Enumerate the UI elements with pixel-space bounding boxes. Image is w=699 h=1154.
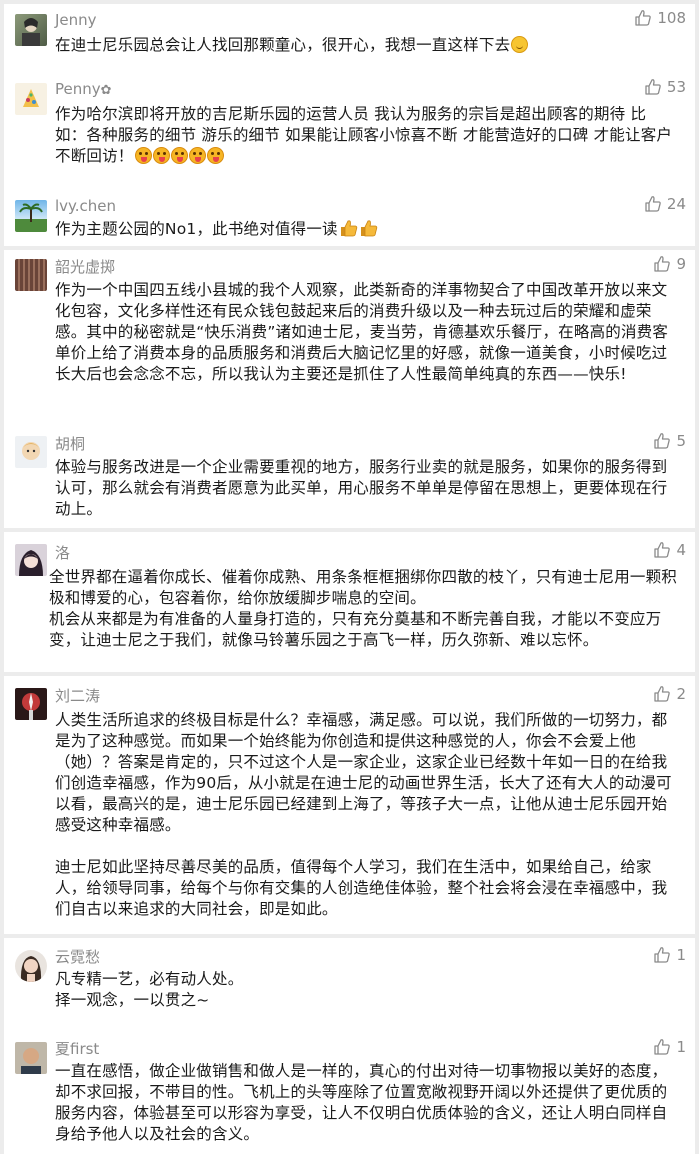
- like-count: 1: [676, 1038, 686, 1056]
- comment-card-group-1: Jenny 108 在迪士尼乐园总会让人找回那颗童心，很开心，我想一直这样下去 …: [4, 4, 695, 246]
- comment-paragraph: 体验与服务改进是一个企业需要重视的地方，服务行业卖的就是服务，如果你的服务得到认…: [55, 458, 668, 518]
- thumbs-up-emoji-icon: [340, 220, 357, 237]
- like-count: 5: [676, 432, 686, 450]
- tongue-out-emoji-icon: [134, 147, 152, 164]
- thumb-up-icon: [653, 685, 671, 703]
- like-button[interactable]: 4: [653, 541, 686, 559]
- comment-paragraph: 作为主题公园的No1，此书绝对值得一读: [55, 220, 338, 238]
- comment-card-group-2: 韶光虚掷 9 作为一个中国四五线小县城的我个人观察，此类新奇的洋事物契合了中国改…: [4, 250, 695, 528]
- nickname[interactable]: 洛: [55, 542, 70, 563]
- like-count: 108: [657, 9, 686, 27]
- tongue-out-emoji-icon: [152, 147, 170, 164]
- thumb-up-icon: [634, 9, 652, 27]
- comment-paragraph: 在迪士尼乐园总会让人找回那颗童心，很开心，我想一直这样下去: [55, 36, 511, 54]
- nickname[interactable]: 韶光虚掷: [55, 256, 115, 277]
- nickname[interactable]: 胡桐: [55, 433, 85, 454]
- comment-card-group-4: 刘二涛 2 人类生活所追求的终极目标是什么？幸福感，满足感。可以说，我们所做的一…: [4, 676, 695, 934]
- avatar[interactable]: [15, 83, 47, 115]
- nickname[interactable]: Penny✿: [55, 80, 112, 98]
- like-button[interactable]: 9: [653, 255, 686, 273]
- thumb-up-icon: [653, 432, 671, 450]
- comment-text: 凡专精一艺，必有动人处。 择一观念，一以贯之~: [55, 969, 677, 1011]
- thumb-up-icon: [653, 1038, 671, 1056]
- nickname[interactable]: 夏first: [55, 1038, 99, 1059]
- nickname[interactable]: 云霓愁: [55, 946, 100, 967]
- tongue-out-emoji-icon: [206, 147, 224, 164]
- avatar[interactable]: [15, 14, 47, 46]
- like-count: 4: [676, 541, 686, 559]
- like-count: 9: [676, 255, 686, 273]
- comment-text: 在迪士尼乐园总会让人找回那颗童心，很开心，我想一直这样下去: [55, 35, 677, 56]
- like-button[interactable]: 24: [644, 195, 686, 213]
- nickname-text: Penny: [55, 80, 101, 98]
- avatar[interactable]: [15, 200, 47, 232]
- comment-paragraph: 迪士尼如此坚持尽善尽美的品质，值得每个人学习，我们在生活中，如果给自己，给家人，…: [55, 858, 668, 918]
- like-button[interactable]: 108: [634, 9, 686, 27]
- like-button[interactable]: 2: [653, 685, 686, 703]
- thumbs-up-emoji-icon: [360, 220, 377, 237]
- like-count: 53: [666, 78, 686, 96]
- avatar[interactable]: [15, 259, 47, 291]
- like-button[interactable]: 5: [653, 432, 686, 450]
- avatar[interactable]: [15, 436, 47, 468]
- nickname[interactable]: Jenny: [55, 11, 97, 29]
- like-count: 1: [676, 946, 686, 964]
- flower-icon: ✿: [100, 83, 112, 98]
- tongue-out-emoji-icon: [170, 147, 188, 164]
- thumb-up-icon: [644, 78, 662, 96]
- avatar[interactable]: [15, 1042, 47, 1074]
- comment-card-group-3: 洛 4 全世界都在逼着你成长、催着你成熟、用条条框框捆绑你四散的枝丫，只有迪士尼…: [4, 532, 695, 672]
- comment-paragraph: 人类生活所追求的终极目标是什么？幸福感，满足感。可以说，我们所做的一切努力，都是…: [55, 711, 672, 834]
- like-button[interactable]: 53: [644, 78, 686, 96]
- comment-text: 作为主题公园的No1，此书绝对值得一读: [55, 219, 677, 240]
- comment-paragraph: 凡专精一艺，必有动人处。: [55, 970, 244, 988]
- comment-paragraph: 全世界都在逼着你成长、催着你成熟、用条条框框捆绑你四散的枝丫，只有迪士尼用一颗积…: [49, 568, 678, 607]
- comment-paragraph: 择一观念，一以贯之~: [55, 991, 210, 1009]
- thumb-up-icon: [653, 946, 671, 964]
- smile-emoji-icon: [511, 36, 529, 53]
- avatar[interactable]: [15, 950, 47, 982]
- comment-text: 一直在感悟，做企业做销售和做人是一样的，真心的付出对待一切事物报以美好的态度，却…: [55, 1061, 677, 1145]
- thumb-up-icon: [653, 255, 671, 273]
- nickname[interactable]: lvy.chen: [55, 197, 116, 215]
- like-count: 2: [676, 685, 686, 703]
- nickname[interactable]: 刘二涛: [55, 685, 100, 706]
- comment-paragraph: 一直在感悟，做企业做销售和做人是一样的，真心的付出对待一切事物报以美好的态度，却…: [55, 1062, 668, 1143]
- like-button[interactable]: 1: [653, 946, 686, 964]
- comment-paragraph: 作为一个中国四五线小县城的我个人观察，此类新奇的洋事物契合了中国改革开放以来文化…: [55, 281, 669, 383]
- thumb-up-icon: [653, 541, 671, 559]
- tongue-out-emoji-icon: [188, 147, 206, 164]
- comment-text: 体验与服务改进是一个企业需要重视的地方，服务行业卖的就是服务，如果你的服务得到认…: [55, 457, 677, 520]
- comment-text: 作为一个中国四五线小县城的我个人观察，此类新奇的洋事物契合了中国改革开放以来文化…: [55, 280, 677, 385]
- comment-card-group-5: 云霓愁 1 凡专精一艺，必有动人处。 择一观念，一以贯之~ 夏first 1 一…: [4, 938, 695, 1154]
- comment-paragraph: 机会从来都是为有准备的人量身打造的，只有充分奠基和不断完善自我，才能以不变应万变…: [49, 610, 662, 649]
- comment-text: 人类生活所追求的终极目标是什么？幸福感，满足感。可以说，我们所做的一切努力，都是…: [55, 710, 677, 920]
- avatar[interactable]: [15, 688, 47, 720]
- like-button[interactable]: 1: [653, 1038, 686, 1056]
- comment-text: 作为哈尔滨即将开放的吉尼斯乐园的运营人员 我认为服务的宗旨是超出顾客的期待 比如…: [55, 104, 677, 167]
- avatar[interactable]: [15, 544, 47, 576]
- comment-text: 全世界都在逼着你成长、催着你成熟、用条条框框捆绑你四散的枝丫，只有迪士尼用一颗积…: [49, 567, 681, 651]
- like-count: 24: [666, 195, 686, 213]
- thumb-up-icon: [644, 195, 662, 213]
